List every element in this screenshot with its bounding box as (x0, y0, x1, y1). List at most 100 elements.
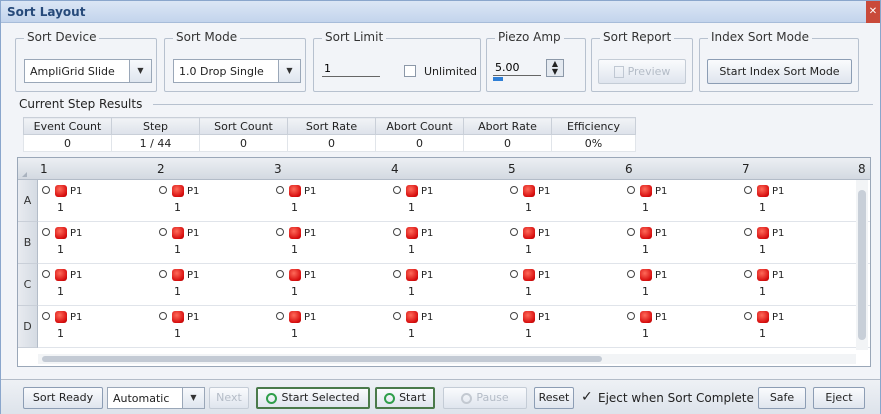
cell-radio[interactable] (510, 228, 518, 236)
spinner-icon[interactable]: ▲ ▼ (546, 59, 564, 77)
grid-cell[interactable]: P1 1 (740, 306, 857, 348)
cell-count: 1 (642, 285, 649, 298)
sort-status-icon (172, 227, 184, 239)
sort-status-icon (757, 269, 769, 281)
cell-radio[interactable] (159, 186, 167, 194)
cell-count: 1 (174, 327, 181, 340)
grid-cell[interactable]: P1 1 (272, 264, 389, 306)
cell-radio[interactable] (276, 312, 284, 320)
grid-cell[interactable]: P1 1 (272, 180, 389, 222)
index-sort-mode-label: Index Sort Mode (708, 30, 812, 44)
cell-count: 1 (57, 285, 64, 298)
horizontal-scrollbar[interactable] (38, 354, 856, 364)
grid-cell[interactable]: P1 1 (389, 264, 506, 306)
cell-radio[interactable] (393, 312, 401, 320)
piezo-amp-input[interactable] (493, 60, 541, 76)
grid-cell[interactable]: P1 1 (740, 180, 857, 222)
start-index-sort-mode-button[interactable]: Start Index Sort Mode (707, 59, 852, 84)
start-selected-button[interactable]: Start Selected (256, 387, 370, 409)
sort-device-select[interactable]: AmpliGrid Slide ▼ (24, 59, 152, 83)
sort-limit-input[interactable] (322, 61, 380, 77)
grid-cell[interactable]: P1 1 (155, 264, 272, 306)
cell-radio[interactable] (744, 270, 752, 278)
grid-cell[interactable]: P1 1 (506, 306, 623, 348)
grid-cell[interactable]: P1 1 (623, 306, 740, 348)
grid-cell[interactable]: P1 1 (38, 180, 155, 222)
grid-cell[interactable]: P1 1 (155, 306, 272, 348)
chevron-down-icon[interactable]: ▼ (129, 60, 151, 82)
cell-radio[interactable] (42, 186, 50, 194)
unlimited-checkbox[interactable] (404, 65, 416, 77)
reset-button[interactable]: Reset (534, 387, 574, 409)
eject-when-complete-label: Eject when Sort Complete (598, 391, 754, 405)
mode-select[interactable]: Automatic ▼ (107, 387, 205, 409)
cell-radio[interactable] (744, 186, 752, 194)
cell-radio[interactable] (510, 270, 518, 278)
grid-cell[interactable]: P1 1 (38, 306, 155, 348)
cell-radio[interactable] (276, 186, 284, 194)
grid-cell[interactable]: P1 1 (740, 222, 857, 264)
grid-cell[interactable]: P1 1 (623, 180, 740, 222)
next-button[interactable]: Next (209, 387, 249, 409)
grid-cell[interactable]: P1 1 (155, 180, 272, 222)
cell-radio[interactable] (42, 270, 50, 278)
grid-cell[interactable]: P1 1 (38, 222, 155, 264)
sort-status-icon (55, 269, 67, 281)
cell-radio[interactable] (42, 312, 50, 320)
grid-row-label: A (18, 180, 38, 222)
horizontal-scroll-thumb[interactable] (42, 356, 602, 362)
cell-radio[interactable] (159, 312, 167, 320)
grid-cell[interactable]: P1 1 (272, 222, 389, 264)
cell-radio[interactable] (393, 270, 401, 278)
cell-radio[interactable] (744, 312, 752, 320)
grid-cell[interactable]: P1 1 (506, 264, 623, 306)
grid-cell[interactable]: P1 1 (506, 180, 623, 222)
preview-button[interactable]: Preview (598, 59, 686, 84)
grid-cell[interactable]: P1 1 (155, 222, 272, 264)
safe-button[interactable]: Safe (758, 387, 806, 409)
cell-radio[interactable] (627, 312, 635, 320)
grid-cell[interactable]: P1 1 (38, 264, 155, 306)
cell-radio[interactable] (627, 186, 635, 194)
grid-cell[interactable]: P1 1 (506, 222, 623, 264)
sort-ready-button[interactable]: Sort Ready (23, 387, 103, 409)
cell-radio[interactable] (42, 228, 50, 236)
vertical-scrollbar[interactable] (856, 180, 868, 350)
grid-cell[interactable]: P1 1 (623, 264, 740, 306)
cell-radio[interactable] (393, 186, 401, 194)
grid-column-label: 1 (40, 162, 48, 176)
cell-radio[interactable] (627, 270, 635, 278)
chevron-down-icon[interactable]: ▼ (182, 388, 204, 408)
close-icon[interactable]: ✕ (866, 1, 880, 23)
cell-count: 1 (291, 201, 298, 214)
cell-radio[interactable] (276, 228, 284, 236)
pause-button[interactable]: Pause (443, 387, 527, 409)
cell-radio[interactable] (276, 270, 284, 278)
grid-cell[interactable]: P1 1 (389, 222, 506, 264)
grid-cell[interactable]: P1 1 (272, 306, 389, 348)
grid-cell[interactable]: P1 1 (389, 306, 506, 348)
grid-cell[interactable]: P1 1 (740, 264, 857, 306)
vertical-scroll-thumb[interactable] (858, 190, 866, 340)
chevron-down-icon[interactable]: ▼ (278, 60, 300, 82)
results-value: 1 / 44 (111, 134, 200, 152)
eject-button[interactable]: Eject (813, 387, 865, 409)
cell-count: 1 (174, 243, 181, 256)
cell-radio[interactable] (393, 228, 401, 236)
sort-device-group: Sort Device AmpliGrid Slide ▼ (15, 30, 157, 92)
sort-status-icon (406, 311, 418, 323)
cell-radio[interactable] (627, 228, 635, 236)
cell-radio[interactable] (510, 312, 518, 320)
cell-radio[interactable] (744, 228, 752, 236)
cell-radio[interactable] (159, 270, 167, 278)
cell-radio[interactable] (159, 228, 167, 236)
current-step-results-label: Current Step Results (19, 97, 143, 111)
start-button[interactable]: Start (375, 387, 435, 409)
cell-radio[interactable] (510, 186, 518, 194)
sort-mode-select[interactable]: 1.0 Drop Single ▼ (173, 59, 301, 83)
sort-status-icon (55, 311, 67, 323)
grid-cell[interactable]: P1 1 (389, 180, 506, 222)
pause-label: Pause (476, 391, 509, 404)
grid-cell[interactable]: P1 1 (623, 222, 740, 264)
eject-when-complete-checkbox[interactable]: ✓ (581, 389, 593, 405)
